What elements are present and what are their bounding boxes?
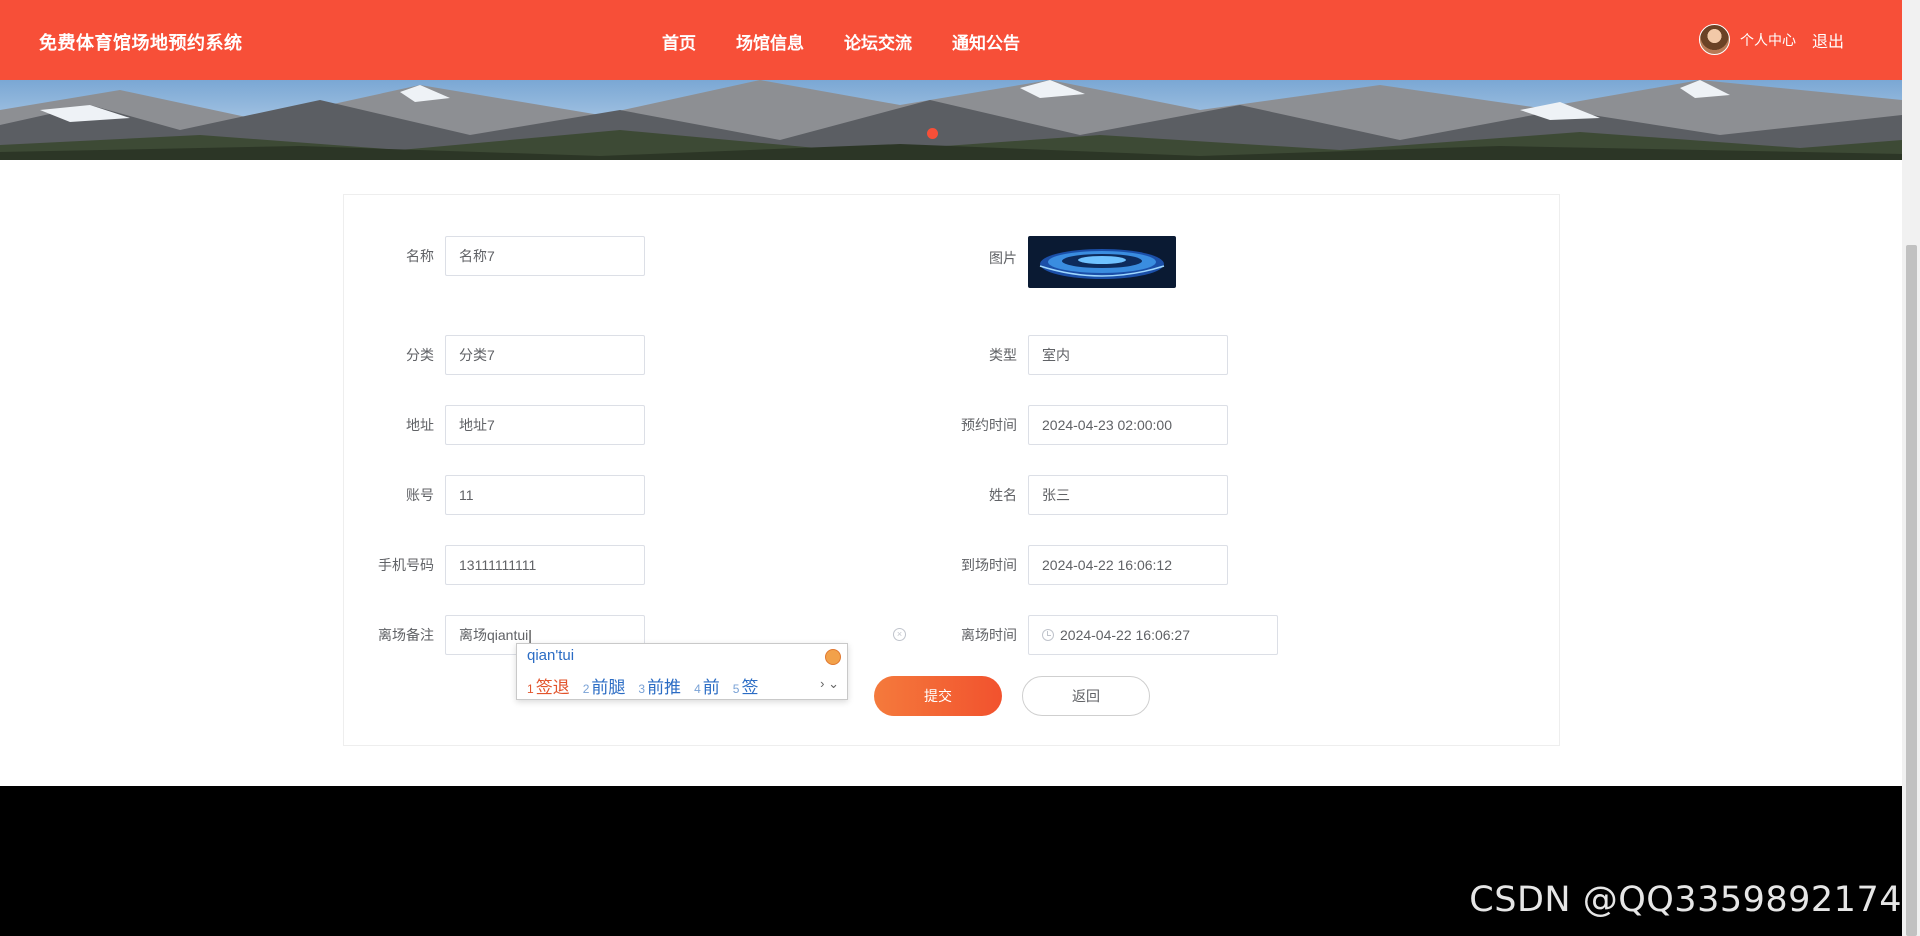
main-nav: 首页 场馆信息 论坛交流 通知公告 — [662, 29, 1060, 54]
field-leave-time: 离场时间 2024-04-22 16:06:27 — [927, 615, 1278, 655]
field-label: 类型 — [989, 347, 1017, 363]
top-navigation-bar: 免费体育馆场地预约系统 首页 场馆信息 论坛交流 通知公告 个人中心 退出 — [0, 0, 1902, 80]
field-label: 名称 — [406, 248, 434, 264]
ime-candidate[interactable]: 3 前推 — [638, 673, 681, 698]
clear-icon[interactable]: × — [893, 628, 906, 641]
field-phone: 手机号码 13111111111 — [344, 545, 645, 585]
ime-candidate-list: 1 签退 2 前腿 3 前推 4前 5签 — [527, 673, 771, 698]
user-avatar[interactable] — [1698, 24, 1730, 55]
ime-candidate-popup: qian'tui 1 签退 2 前腿 3 前推 4前 5签 › ⌄ — [516, 643, 848, 700]
name-input[interactable]: 名称7 — [445, 236, 645, 276]
ime-candidate[interactable]: 2 前腿 — [583, 673, 626, 698]
arrival-time-input[interactable]: 2024-04-22 16:06:12 — [1028, 545, 1228, 585]
ime-candidate[interactable]: 1 签退 — [527, 673, 570, 698]
person-name-input[interactable]: 张三 — [1028, 475, 1228, 515]
nav-home[interactable]: 首页 — [662, 29, 696, 54]
logout-link[interactable]: 退出 — [1812, 28, 1844, 52]
ime-candidate[interactable]: 5签 — [733, 673, 759, 698]
carousel-indicator-dot[interactable] — [927, 128, 938, 139]
ime-next-page-icon[interactable]: › ⌄ — [820, 676, 839, 692]
back-button[interactable]: 返回 — [1022, 676, 1150, 716]
field-label: 预约时间 — [961, 417, 1017, 433]
field-label: 地址 — [406, 417, 434, 433]
leave-time-value: 2024-04-22 16:06:27 — [1060, 627, 1190, 643]
field-person-name: 姓名 张三 — [927, 475, 1228, 515]
ime-logo-icon — [825, 649, 841, 665]
field-label: 离场备注 — [378, 627, 434, 643]
field-arrival-time: 到场时间 2024-04-22 16:06:12 — [927, 545, 1228, 585]
clock-icon — [1042, 629, 1054, 641]
banner-carousel — [0, 80, 1902, 160]
nav-notices[interactable]: 通知公告 — [952, 29, 1020, 54]
field-name: 名称 名称7 — [344, 236, 645, 276]
scrollbar-thumb[interactable] — [1906, 245, 1917, 936]
field-image: 图片 — [927, 236, 1176, 288]
user-center-link[interactable]: 个人中心 — [1740, 30, 1796, 50]
user-area: 个人中心 退出 — [1698, 24, 1844, 55]
text-caret: | — [528, 627, 532, 643]
address-input[interactable]: 地址7 — [445, 405, 645, 445]
field-label: 到场时间 — [961, 557, 1017, 573]
field-booking-time: 预约时间 2024-04-23 02:00:00 — [927, 405, 1228, 445]
ime-composition-text: qian'tui — [527, 647, 575, 664]
field-address: 地址 地址7 — [344, 405, 645, 445]
field-label: 手机号码 — [378, 557, 434, 573]
field-label: 账号 — [406, 487, 434, 503]
banner-image — [0, 80, 1902, 160]
field-label: 姓名 — [989, 487, 1017, 503]
site-title: 免费体育馆场地预约系统 — [39, 33, 243, 53]
account-input[interactable]: 11 — [445, 475, 645, 515]
csdn-watermark: CSDN @QQ3359892174 — [1469, 880, 1902, 920]
field-label: 图片 — [989, 250, 1017, 266]
booking-time-input[interactable]: 2024-04-23 02:00:00 — [1028, 405, 1228, 445]
field-category: 分类 分类7 — [344, 335, 645, 375]
leave-note-text: 离场qiantui — [459, 627, 529, 643]
ime-candidate[interactable]: 4前 — [694, 673, 720, 698]
nav-venue-info[interactable]: 场馆信息 — [736, 29, 804, 54]
type-input[interactable]: 室内 — [1028, 335, 1228, 375]
submit-button[interactable]: 提交 — [874, 676, 1002, 716]
category-input[interactable]: 分类7 — [445, 335, 645, 375]
leave-time-picker[interactable]: 2024-04-22 16:06:27 — [1028, 615, 1278, 655]
field-type: 类型 室内 — [927, 335, 1228, 375]
venue-thumbnail-image[interactable] — [1028, 236, 1176, 288]
field-label: 分类 — [406, 347, 434, 363]
nav-forum[interactable]: 论坛交流 — [844, 29, 912, 54]
field-label: 离场时间 — [961, 627, 1017, 643]
phone-input[interactable]: 13111111111 — [445, 545, 645, 585]
field-account: 账号 11 — [344, 475, 645, 515]
